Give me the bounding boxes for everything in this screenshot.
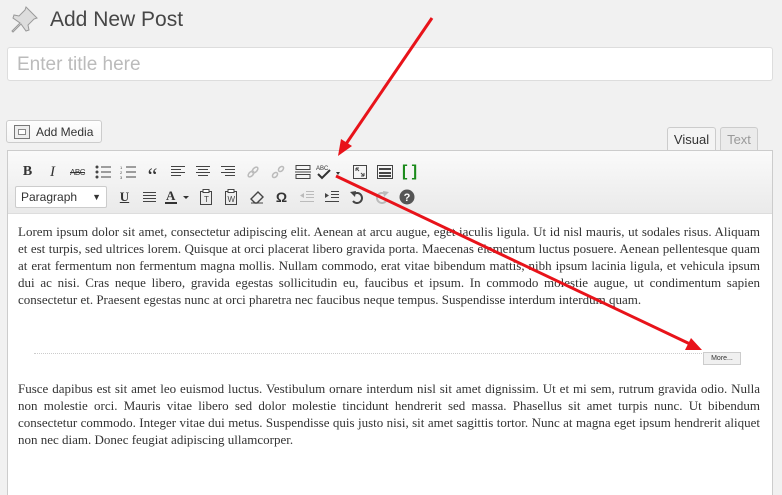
- bullet-list-icon[interactable]: [90, 160, 115, 184]
- indent-icon[interactable]: [319, 185, 344, 209]
- annotation-arrow-to-more-button: [338, 17, 434, 156]
- post-title-input[interactable]: Enter title here: [7, 47, 773, 81]
- pushpin-icon: [11, 6, 38, 33]
- post-editor: B I ABC 123 “ ABC [] Paragraph ▼ U A T …: [7, 150, 773, 495]
- page-title: Add New Post: [50, 8, 184, 31]
- kitchen-sink-icon[interactable]: [372, 160, 397, 184]
- toolbar-row-2: Paragraph ▼ U A T W Ω ?: [15, 185, 419, 209]
- spellcheck-icon[interactable]: ABC: [315, 160, 347, 184]
- clear-formatting-icon[interactable]: [244, 185, 269, 209]
- editor-toolbar: B I ABC 123 “ ABC [] Paragraph ▼ U A T …: [8, 151, 772, 214]
- blockquote-icon[interactable]: “: [140, 156, 165, 188]
- special-character-icon[interactable]: Ω: [269, 185, 294, 209]
- strikethrough-icon[interactable]: ABC: [65, 160, 90, 184]
- svg-text:W: W: [227, 195, 235, 204]
- paste-from-word-icon[interactable]: W: [219, 185, 244, 209]
- title-placeholder: Enter title here: [17, 54, 141, 75]
- justify-icon[interactable]: [137, 185, 162, 209]
- fullscreen-icon[interactable]: [347, 160, 372, 184]
- paragraph-2: Fusce dapibus est sit amet leo euismod l…: [18, 381, 760, 448]
- align-left-icon[interactable]: [165, 160, 190, 184]
- insert-more-tag-icon[interactable]: [290, 160, 315, 184]
- outdent-icon[interactable]: [294, 185, 319, 209]
- format-select[interactable]: Paragraph ▼: [15, 186, 107, 208]
- undo-icon[interactable]: [344, 185, 369, 209]
- toolbar-row-1: B I ABC 123 “ ABC []: [15, 156, 422, 188]
- shortcode-icon[interactable]: [ ]: [397, 160, 422, 184]
- more-tag[interactable]: More...: [703, 352, 741, 365]
- italic-icon[interactable]: I: [40, 160, 65, 184]
- svg-text:3: 3: [120, 175, 123, 179]
- page-header: Add New Post: [8, 4, 183, 36]
- media-icon: [14, 124, 30, 139]
- underline-icon[interactable]: U: [112, 185, 137, 209]
- more-tag-divider: [34, 353, 738, 354]
- align-center-icon[interactable]: [190, 160, 215, 184]
- tab-visual[interactable]: Visual: [667, 127, 716, 151]
- unlink-icon[interactable]: [265, 160, 290, 184]
- add-media-button[interactable]: Add Media: [6, 120, 103, 143]
- text-color-icon[interactable]: A: [162, 185, 194, 209]
- add-media-label: Add Media: [36, 124, 94, 139]
- numbered-list-icon[interactable]: 123: [115, 160, 140, 184]
- svg-text:A: A: [166, 189, 176, 203]
- paste-as-text-icon[interactable]: T: [194, 185, 219, 209]
- chevron-down-icon: ▼: [92, 192, 101, 202]
- format-select-value: Paragraph: [21, 190, 78, 204]
- align-right-icon[interactable]: [215, 160, 240, 184]
- svg-text:T: T: [204, 195, 209, 204]
- help-icon[interactable]: ?: [394, 185, 419, 209]
- svg-text:?: ?: [403, 192, 410, 204]
- redo-icon[interactable]: [369, 185, 394, 209]
- tab-text[interactable]: Text: [720, 127, 758, 150]
- paragraph-1: Lorem ipsum dolor sit amet, consectetur …: [18, 224, 760, 308]
- link-icon[interactable]: [240, 160, 265, 184]
- editor-content-area-2[interactable]: Fusce dapibus est sit amet leo euismod l…: [18, 380, 760, 448]
- bold-icon[interactable]: B: [15, 160, 40, 184]
- editor-content-area[interactable]: Lorem ipsum dolor sit amet, consectetur …: [18, 223, 760, 308]
- svg-text:ABC: ABC: [316, 166, 329, 172]
